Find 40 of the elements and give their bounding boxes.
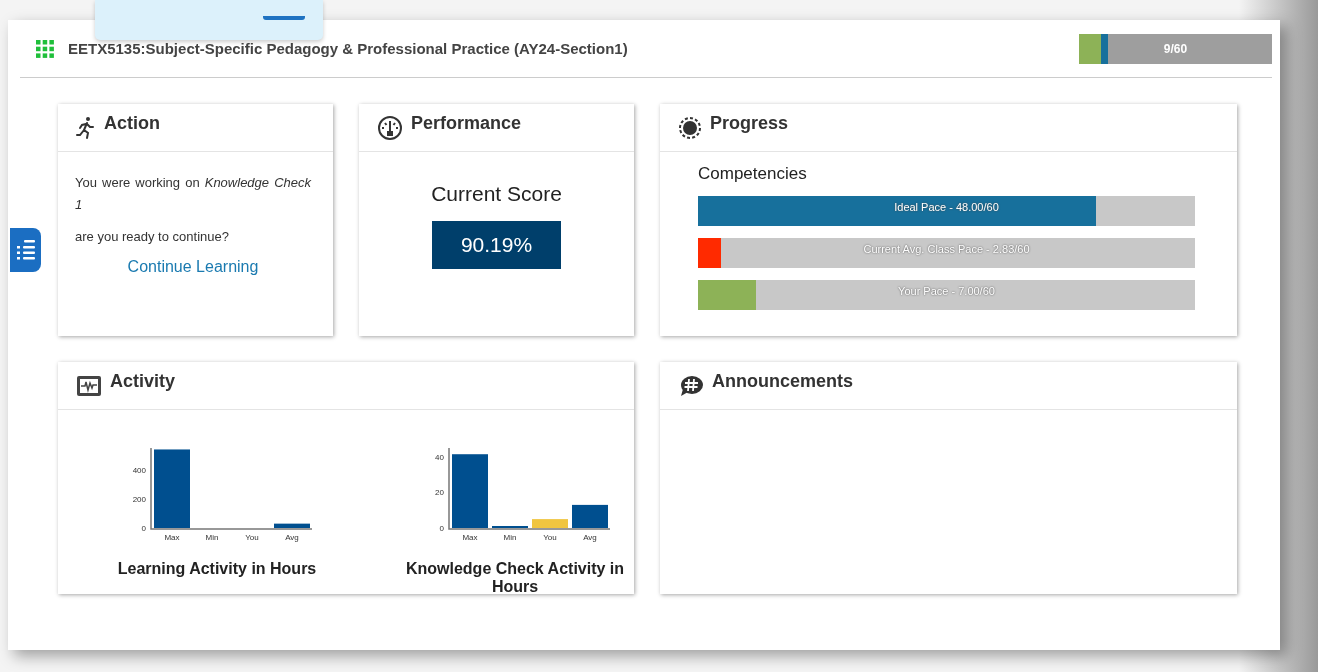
tick-label: 20: [435, 488, 444, 498]
chart-title: Learning Activity in Hours: [117, 560, 317, 578]
hashtag-bubble-icon: [678, 373, 704, 398]
category-label: Min: [205, 533, 219, 542]
menu-button[interactable]: [10, 228, 41, 272]
tick-label: 40: [435, 452, 444, 462]
pace-label: Ideal Pace - 48.00/60: [894, 201, 999, 213]
status-message: You were working on Knowledge Check 1: [75, 174, 311, 214]
category-label: Avg: [285, 533, 299, 542]
continue-link[interactable]: Continue Learning: [75, 258, 311, 276]
category-label: Max: [164, 533, 180, 542]
bar: [274, 523, 310, 528]
runner-icon: [76, 115, 96, 140]
card-title: Progress: [710, 113, 789, 134]
card-title: Announcements: [712, 371, 853, 392]
category-label: Max: [462, 533, 478, 542]
category-label: Avg: [583, 533, 597, 542]
category-label: You: [245, 533, 259, 542]
progress-label: 9/60: [1163, 41, 1188, 56]
card-title: Action: [104, 113, 160, 134]
sun-icon: [678, 115, 702, 140]
card-title: Performance: [411, 113, 522, 134]
tick-label: 200: [132, 494, 146, 504]
gauge-icon: [377, 114, 403, 141]
course-title: EETX5135:Subject-Specific Pedagogy & Professional Practice (AY24-Section1): [68, 40, 629, 57]
section-title: Competencies: [698, 164, 808, 184]
tick-label: 0: [439, 524, 444, 533]
card-title: Activity: [110, 371, 176, 392]
bar: [572, 504, 608, 528]
list-icon: [15, 239, 36, 261]
prompt-text: are you ready to continue?: [75, 228, 230, 246]
category-label: Min: [503, 533, 517, 542]
chart-title: Knowledge Check Activity in Hours: [404, 560, 626, 596]
score-label: Current Score: [431, 182, 562, 206]
tick-label: 400: [132, 465, 146, 475]
bar: [532, 519, 568, 528]
score-value: 90.19%: [432, 221, 561, 269]
activity-monitor-icon: [76, 373, 102, 398]
tick-label: 0: [141, 524, 146, 533]
category-label: You: [543, 533, 557, 542]
